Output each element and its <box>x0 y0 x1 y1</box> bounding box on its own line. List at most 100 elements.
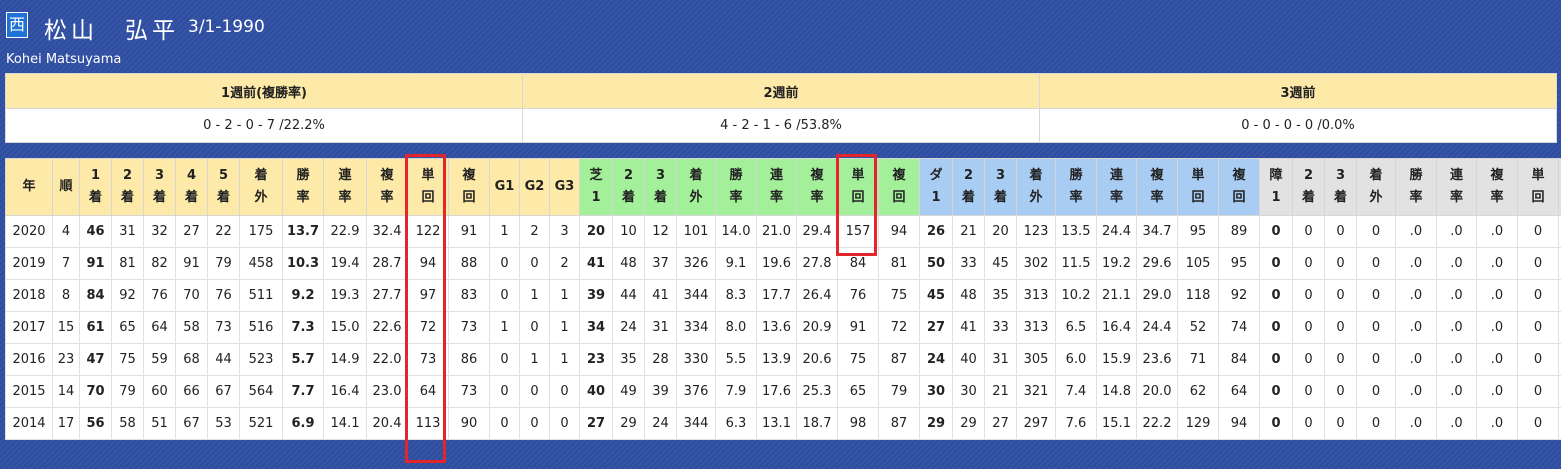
stats-cell: 0 <box>1259 215 1293 248</box>
stats-cell: 523 <box>239 343 283 376</box>
recent-results-table: 1週前(複勝率) 2週前 3週前 0 - 2 - 0 - 7 /22.2% 4 … <box>5 73 1557 143</box>
stats-cell: 89 <box>1218 215 1260 248</box>
stats-cell: 123 <box>1016 215 1056 248</box>
stats-cell: 14.0 <box>715 215 757 248</box>
stats-cell: 68 <box>175 343 208 376</box>
stats-cell: 564 <box>239 375 283 408</box>
stats-header-jump-35: 2 着 <box>1292 158 1325 216</box>
stats-cell: 45 <box>984 247 1017 280</box>
stats-cell: 0 <box>1324 215 1357 248</box>
stats-cell: 19.2 <box>1096 247 1137 280</box>
stats-cell: .0 <box>1395 215 1437 248</box>
stats-cell: 91 <box>175 247 208 280</box>
stats-cell: 0 <box>1517 279 1559 312</box>
stats-cell: 49 <box>612 375 645 408</box>
stats-cell: 3 <box>549 215 580 248</box>
stats-cell: .0 <box>1436 343 1477 376</box>
stats-cell: .0 <box>1476 375 1518 408</box>
stats-cell: .0 <box>1395 311 1437 344</box>
stats-cell: 27.7 <box>366 279 408 312</box>
stats-cell: 21.1 <box>1096 279 1137 312</box>
stats-cell: 0 <box>1517 375 1559 408</box>
table-row: 2020 4 46 31 32 27 22 175 13.7 22.9 32.4 122 91 1 2 3 20… <box>5 215 1561 248</box>
stats-cell: 14.8 <box>1096 375 1137 408</box>
stats-cell: 113 <box>407 407 449 440</box>
stats-cell: 10.2 <box>1055 279 1097 312</box>
stats-cell: 326 <box>676 247 716 280</box>
stats-cell: 73 <box>448 311 490 344</box>
region-badge: 西 <box>6 12 28 38</box>
stats-cell: 0 <box>1292 247 1325 280</box>
stats-cell: 87 <box>878 343 920 376</box>
stats-cell: 22 <box>207 215 240 248</box>
stats-cell: 73 <box>448 375 490 408</box>
stats-cell: 26 <box>919 215 953 248</box>
stats-cell: 84 <box>1218 343 1260 376</box>
stats-cell: 0 <box>1356 407 1396 440</box>
stats-cell: 32 <box>143 215 176 248</box>
stats-header-jump-38: 勝 率 <box>1395 158 1437 216</box>
stats-cell: 0 <box>1292 311 1325 344</box>
stats-cell: 0 <box>1517 343 1559 376</box>
stats-cell: 0 <box>549 407 580 440</box>
stats-cell: 19.6 <box>756 247 797 280</box>
stats-cell: 8.0 <box>715 311 757 344</box>
jockey-name: 松山 弘平 <box>44 18 179 44</box>
stats-cell: 2019 <box>5 247 53 280</box>
stats-cell: 0 <box>489 407 520 440</box>
stats-cell: 29.4 <box>796 215 838 248</box>
stats-cell: 7.7 <box>282 375 324 408</box>
stats-cell: 76 <box>837 279 879 312</box>
stats-cell: 23.6 <box>1136 343 1178 376</box>
stats-cell: 7.9 <box>715 375 757 408</box>
stats-cell: 10 <box>612 215 645 248</box>
stats-cell: 81 <box>111 247 144 280</box>
stats-header-all-6: 5 着 <box>207 158 240 216</box>
stats-cell: .0 <box>1436 215 1477 248</box>
recent-values-row: 0 - 2 - 0 - 7 /22.2% 4 - 2 - 1 - 6 /53.8… <box>5 108 1557 143</box>
stats-header-all-9: 連 率 <box>323 158 367 216</box>
stats-cell: 2 <box>519 215 550 248</box>
stats-cell: 91 <box>79 247 112 280</box>
stats-cell: 94 <box>1218 407 1260 440</box>
stats-cell: 23 <box>52 343 80 376</box>
stats-cell: 27 <box>984 407 1017 440</box>
stats-cell: 9.2 <box>282 279 324 312</box>
stats-cell: 0 <box>519 407 550 440</box>
stats-cell: 0 <box>1356 311 1396 344</box>
stats-cell: 8.3 <box>715 279 757 312</box>
stats-cell: 330 <box>676 343 716 376</box>
stats-cell: 321 <box>1016 375 1056 408</box>
stats-header-turf-20: 勝 率 <box>715 158 757 216</box>
stats-cell: 24.4 <box>1096 215 1137 248</box>
stats-cell: 24 <box>644 407 677 440</box>
recent-value-2week: 4 - 2 - 1 - 6 /53.8% <box>522 108 1040 143</box>
stats-header-all-5: 4 着 <box>175 158 208 216</box>
stats-cell: 83 <box>448 279 490 312</box>
stats-header-jump-39: 連 率 <box>1436 158 1477 216</box>
stats-cell: 82 <box>143 247 176 280</box>
stats-cell: 40 <box>952 343 985 376</box>
stats-header-jump-37: 着 外 <box>1356 158 1396 216</box>
yearly-stats-table: 年順1 着2 着3 着4 着5 着着 外勝 率連 率複 率単 回複 回 G1 G2 G… <box>5 158 1561 440</box>
stats-header-all-11: 単 回 <box>407 158 449 216</box>
stats-cell: 44 <box>207 343 240 376</box>
stats-cell: 0 <box>489 375 520 408</box>
recent-value-1week: 0 - 2 - 0 - 7 /22.2% <box>5 108 523 143</box>
stats-cell: 302 <box>1016 247 1056 280</box>
stats-header-dirt-33: 複 回 <box>1218 158 1260 216</box>
stats-cell: 76 <box>207 279 240 312</box>
stats-header-all-12: 複 回 <box>448 158 490 216</box>
stats-cell: 20 <box>579 215 613 248</box>
stats-cell: .0 <box>1436 247 1477 280</box>
stats-cell: 60 <box>143 375 176 408</box>
stats-cell: 48 <box>952 279 985 312</box>
stats-cell: 0 <box>1292 375 1325 408</box>
stats-cell: 1 <box>489 215 520 248</box>
stats-cell: 297 <box>1016 407 1056 440</box>
recent-header-3week: 3週前 <box>1039 73 1557 109</box>
stats-cell: 0 <box>1324 375 1357 408</box>
stats-cell: 20.4 <box>366 407 408 440</box>
stats-cell: 0 <box>1356 343 1396 376</box>
stats-cell: 34 <box>579 311 613 344</box>
